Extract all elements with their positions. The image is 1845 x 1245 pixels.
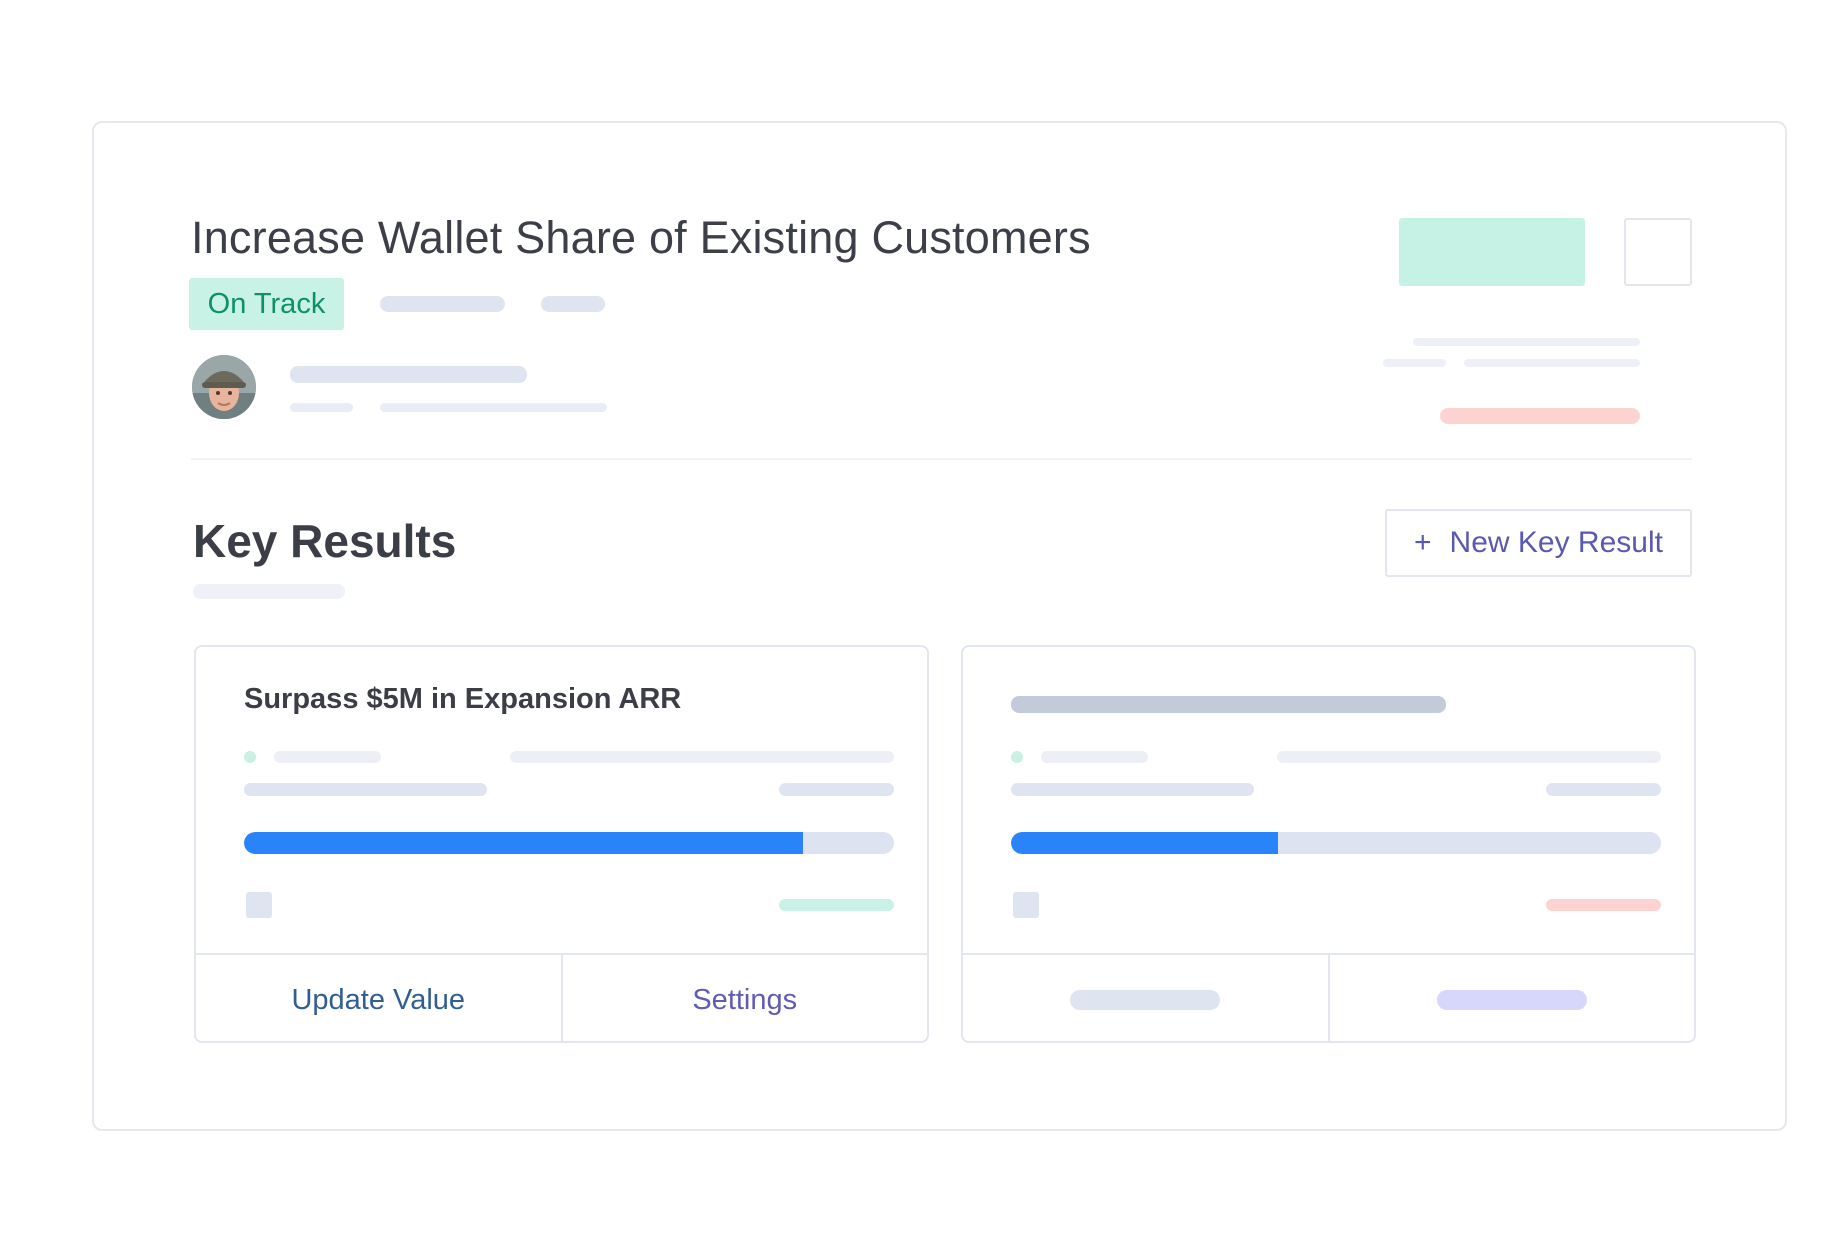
placeholder-right-2 [1383, 359, 1446, 367]
placeholder-meta-2 [541, 296, 605, 312]
new-key-result-button[interactable]: + New Key Result [1385, 509, 1692, 577]
progress-bar [244, 832, 894, 854]
placeholder-kr-label [1041, 751, 1148, 763]
placeholder-action-1 [1070, 990, 1221, 1010]
header-divider [191, 458, 1692, 460]
progress-fill [1011, 832, 1278, 854]
key-result-card[interactable] [961, 645, 1696, 1043]
placeholder-right-1 [1413, 338, 1640, 346]
placeholder-right-alert [1440, 408, 1640, 424]
objective-title: Increase Wallet Share of Existing Custom… [191, 212, 1091, 263]
placeholder-kr-status [779, 899, 894, 911]
placeholder-kr-value-right [779, 783, 894, 796]
key-results-title: Key Results [193, 515, 457, 567]
placeholder-owner-detail-1 [290, 403, 353, 412]
placeholder-kr-value-left [1011, 783, 1254, 796]
status-dot [244, 751, 256, 763]
new-key-result-label: New Key Result [1449, 526, 1663, 559]
more-options-button[interactable] [1624, 218, 1692, 286]
placeholder-kr-value-left [244, 783, 487, 796]
progress-fill [244, 832, 803, 854]
status-dot [1011, 751, 1023, 763]
placeholder-action-2 [1436, 990, 1587, 1010]
placeholder-right-3 [1464, 359, 1640, 367]
primary-action-button[interactable] [1399, 218, 1585, 286]
placeholder-section-subtitle [193, 584, 345, 599]
avatar-image [192, 355, 256, 419]
placeholder-kr-label [274, 751, 381, 763]
placeholder-owner-detail-2 [380, 403, 607, 412]
placeholder-kr-status [1546, 899, 1661, 911]
checkbox-placeholder[interactable] [1013, 892, 1039, 918]
avatar[interactable] [192, 355, 256, 419]
key-result-card[interactable]: Surpass $5M in Expansion ARR Update Valu… [194, 645, 929, 1043]
status-badge: On Track [189, 278, 344, 330]
update-value-button[interactable] [963, 955, 1328, 1041]
placeholder-meta-1 [380, 296, 505, 312]
card-actions [963, 953, 1695, 1041]
placeholder-kr-value-right [1546, 783, 1661, 796]
settings-button[interactable] [1327, 955, 1695, 1041]
placeholder-kr-detail [510, 751, 894, 763]
placeholder-kr-detail [1277, 751, 1661, 763]
card-actions: Update Value Settings [196, 953, 928, 1041]
placeholder-owner-name [290, 366, 527, 383]
update-value-button[interactable]: Update Value [196, 955, 561, 1041]
key-result-title: Surpass $5M in Expansion ARR [244, 683, 682, 715]
placeholder-kr-title [1011, 696, 1446, 713]
checkbox-placeholder[interactable] [246, 892, 272, 918]
progress-bar [1011, 832, 1661, 854]
plus-icon: + [1414, 526, 1432, 559]
settings-button[interactable]: Settings [560, 955, 928, 1041]
